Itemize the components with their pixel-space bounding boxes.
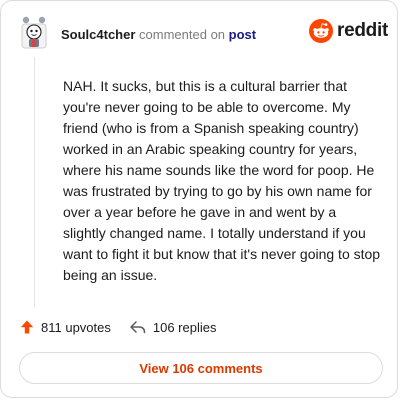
username[interactable]: Soulc4tcher bbox=[61, 27, 135, 42]
reddit-snoo-icon bbox=[309, 19, 333, 43]
action-text: commented on bbox=[139, 27, 226, 42]
view-comments-button[interactable]: View 106 comments bbox=[19, 352, 383, 384]
logo-wordmark: reddit bbox=[337, 20, 388, 41]
comment-body: NAH. It sucks, but this is a cultural ba… bbox=[63, 78, 381, 283]
thread-line bbox=[34, 57, 35, 307]
reply-count: 106 replies bbox=[152, 319, 217, 335]
avatar[interactable] bbox=[19, 15, 49, 51]
upvotes-stat[interactable]: 811 upvotes bbox=[19, 319, 111, 335]
replies-stat[interactable]: 106 replies bbox=[129, 319, 217, 335]
comment-stats: 811 upvotes 106 replies bbox=[19, 319, 216, 335]
reddit-logo[interactable]: reddit bbox=[309, 19, 388, 43]
reply-arrow-icon bbox=[130, 321, 146, 334]
upvote-arrow-icon bbox=[20, 320, 34, 334]
comment-header: Soulc4tcher commented on post bbox=[61, 27, 256, 43]
comment-card: Soulc4tcher commented on post reddit NAH… bbox=[0, 0, 398, 398]
upvote-count: 811 upvotes bbox=[41, 319, 111, 335]
post-link[interactable]: post bbox=[229, 27, 256, 42]
